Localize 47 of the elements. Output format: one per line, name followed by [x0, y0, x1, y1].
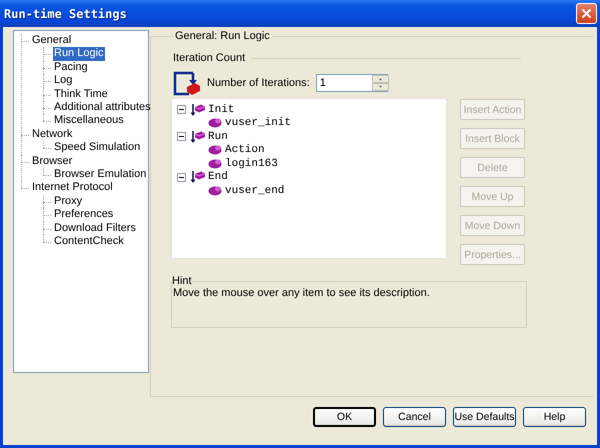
tree-item[interactable]: Run Logic [53, 47, 105, 61]
action-icon [207, 156, 223, 171]
block-icon [190, 170, 206, 184]
action-icon [207, 184, 223, 198]
block-icon [190, 102, 206, 117]
tree-node[interactable]: vuser_init [225, 117, 292, 130]
dialog-button[interactable]: Use Defaults [453, 407, 516, 427]
tree-item[interactable]: Proxy [53, 194, 84, 208]
close-button[interactable] [576, 3, 597, 24]
tree-item[interactable]: Download Filters [53, 222, 137, 236]
tree-item[interactable]: Preferences [53, 208, 114, 222]
window-title: Run-time Settings [4, 6, 127, 20]
tree-node[interactable]: Action [225, 144, 265, 156]
tree-node[interactable]: vuser_end [225, 184, 284, 197]
tree-node[interactable]: Init [208, 104, 234, 116]
tree-item[interactable]: Additional attributes [53, 101, 152, 114]
loop-icon [173, 70, 201, 96]
tree-node[interactable]: End [208, 171, 228, 184]
tree-item[interactable]: Internet Protocol [31, 181, 114, 195]
tree-item[interactable]: Pacing [53, 60, 89, 74]
tree-item[interactable]: Miscellaneous [53, 114, 125, 128]
dialog-button[interactable]: Help [523, 407, 586, 427]
section-title: Iteration Count [173, 52, 246, 64]
tree-item[interactable]: General [31, 34, 72, 48]
tree-item[interactable]: ContentCheck [53, 235, 125, 248]
tree-item[interactable]: Speed Simulation [53, 141, 142, 155]
dialog-button[interactable]: Cancel [383, 407, 446, 427]
tree-item[interactable]: Think Time [53, 88, 109, 102]
tree-item[interactable]: Log [53, 74, 74, 88]
collapse-button[interactable] [177, 105, 186, 114]
action-icon [207, 143, 223, 158]
tree-item[interactable]: Browser [31, 154, 74, 168]
collapse-button[interactable] [177, 172, 186, 182]
iterations-label: Number of Iterations: [207, 77, 310, 89]
block-icon [190, 130, 206, 144]
dialog-button[interactable]: OK [313, 407, 376, 427]
close-icon [581, 8, 592, 19]
collapse-button[interactable] [177, 132, 186, 142]
group-title: General: Run Logic [174, 30, 271, 42]
tree-item[interactable]: Network [31, 128, 74, 142]
hint-text: Move the mouse over any item to see its description. [173, 287, 431, 299]
action-icon [207, 116, 223, 130]
tree-item[interactable]: Browser Emulation [53, 168, 148, 182]
hint-title: Hint [172, 275, 192, 287]
tree-node[interactable]: Run [208, 130, 228, 143]
iterations-spinbox[interactable]: 1 [316, 74, 388, 92]
tree-node[interactable]: login163 [225, 158, 278, 170]
